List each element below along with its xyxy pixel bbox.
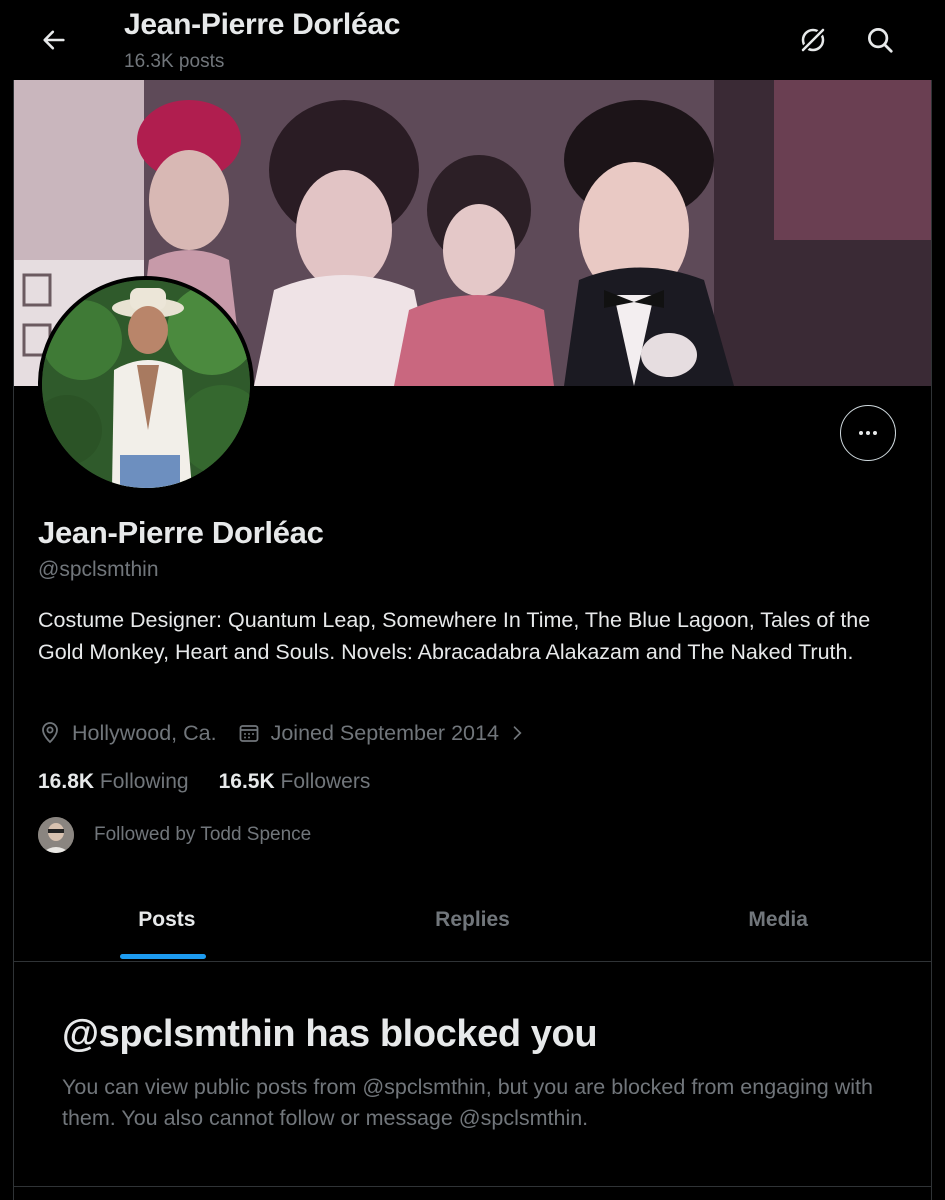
tab-posts[interactable]: Posts — [14, 878, 320, 961]
followed-by-text: Followed by Todd Spence — [94, 824, 312, 845]
tab-media[interactable]: Media — [625, 878, 931, 961]
joined-item[interactable]: Joined September 2014 — [237, 721, 527, 746]
tab-replies[interactable]: Replies — [320, 878, 626, 961]
follower-avatar — [38, 817, 74, 853]
back-button[interactable] — [36, 22, 72, 58]
blocked-title: @spclsmthin has blocked you — [62, 1013, 598, 1055]
following-count: 16.8K — [38, 770, 95, 793]
followers-label: Followers — [280, 770, 371, 793]
followers-count: 16.5K — [218, 770, 275, 793]
header-post-count: 16.3K posts — [124, 51, 225, 72]
grok-icon — [799, 26, 827, 54]
tab-posts-label: Posts — [138, 907, 196, 931]
tab-replies-label: Replies — [435, 907, 510, 931]
profile-header-bar: Jean-Pierre Dorléac 16.3K posts — [0, 0, 945, 80]
profile-bio: Costume Designer: Quantum Leap, Somewher… — [38, 608, 871, 664]
grok-button[interactable] — [795, 22, 831, 58]
following-link[interactable]: 16.8K Following — [38, 770, 189, 794]
profile-meta: Hollywood, Ca. Joined September 2014 — [38, 716, 547, 750]
profile-tabs: Posts Replies Media — [14, 878, 931, 962]
tab-media-label: Media — [748, 907, 808, 931]
search-button[interactable] — [862, 22, 898, 58]
ellipsis-icon — [859, 431, 877, 435]
header-title: Jean-Pierre Dorléac — [124, 8, 401, 41]
following-label: Following — [99, 770, 189, 793]
location-pin-icon — [42, 722, 58, 744]
avatar-photo — [42, 280, 250, 488]
joined-text: Joined September 2014 — [270, 720, 499, 745]
arrow-left-icon — [43, 30, 65, 50]
profile-avatar[interactable] — [38, 276, 254, 492]
search-icon — [868, 28, 893, 53]
divider — [14, 1186, 931, 1187]
blocked-message: You can view public posts from @spclsmth… — [62, 1075, 873, 1130]
followers-link[interactable]: 16.5K Followers — [219, 770, 371, 794]
active-tab-indicator — [120, 954, 206, 959]
profile-display-name: Jean-Pierre Dorléac — [38, 515, 324, 550]
follow-stats: 16.8K Following 16.5K Followers — [38, 770, 400, 794]
followed-by-row[interactable]: Followed by Todd Spence — [38, 817, 311, 853]
chevron-right-icon — [513, 726, 522, 740]
location-text: Hollywood, Ca. — [72, 720, 217, 745]
more-options-button[interactable] — [840, 405, 896, 461]
profile-handle: @spclsmthin — [38, 558, 159, 581]
calendar-icon — [239, 725, 258, 742]
location-item: Hollywood, Ca. — [38, 721, 217, 746]
